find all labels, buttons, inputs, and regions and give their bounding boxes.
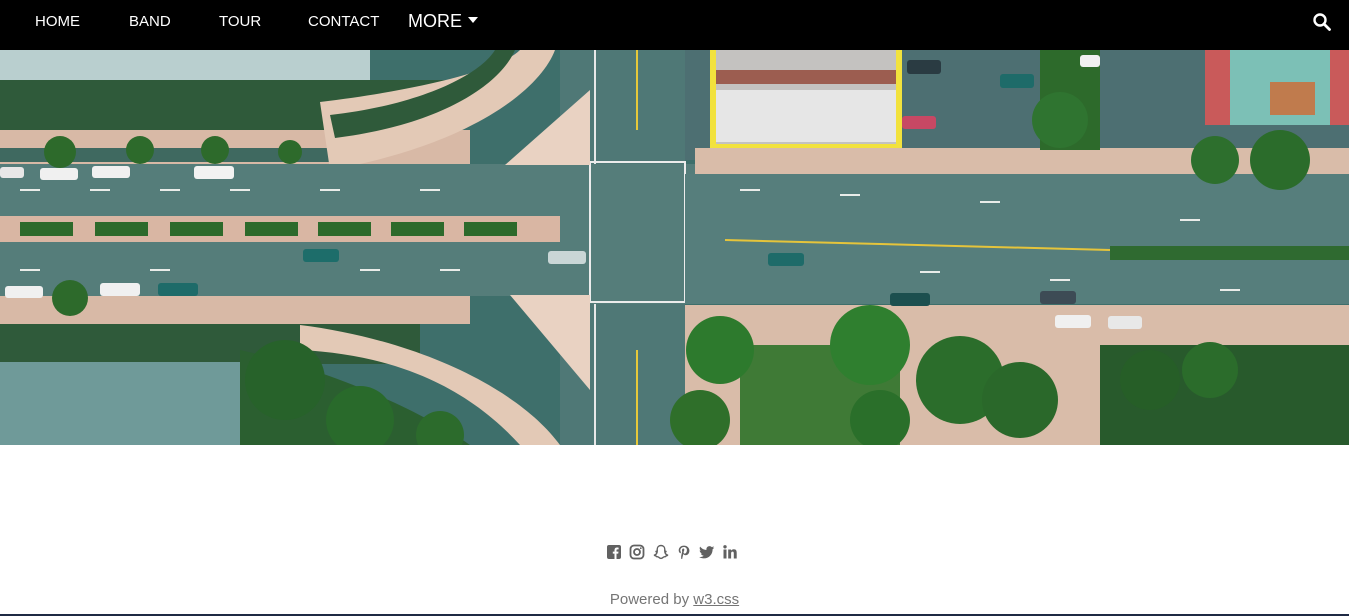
w3css-link[interactable]: w3.css: [693, 591, 739, 608]
nav-home-link[interactable]: HOME: [35, 0, 80, 43]
nav-tour-link[interactable]: TOUR: [219, 0, 261, 43]
linkedin-icon[interactable]: [722, 544, 738, 560]
nav-contact-link[interactable]: CONTACT: [308, 0, 379, 43]
nav-more-label: MORE: [408, 11, 462, 31]
top-navbar: HOME BAND TOUR CONTACT MORE: [0, 0, 1349, 50]
caret-down-icon: [468, 17, 478, 24]
instagram-icon[interactable]: [629, 544, 645, 560]
pinterest-icon[interactable]: [676, 544, 692, 560]
aerial-intersection-illustration: [0, 50, 1349, 445]
nav-band-link[interactable]: BAND: [129, 0, 171, 43]
powered-by-prefix: Powered by: [609, 591, 690, 608]
footer: Powered by w3.css: [0, 445, 1349, 616]
search-icon[interactable]: [1312, 12, 1332, 32]
powered-by-text: Powered by w3.css: [0, 591, 1349, 608]
twitter-icon[interactable]: [699, 544, 715, 560]
snapchat-icon[interactable]: [653, 544, 669, 560]
facebook-icon[interactable]: [606, 544, 622, 560]
hero-image: [0, 50, 1349, 445]
nav-more-dropdown[interactable]: MORE: [408, 0, 478, 43]
